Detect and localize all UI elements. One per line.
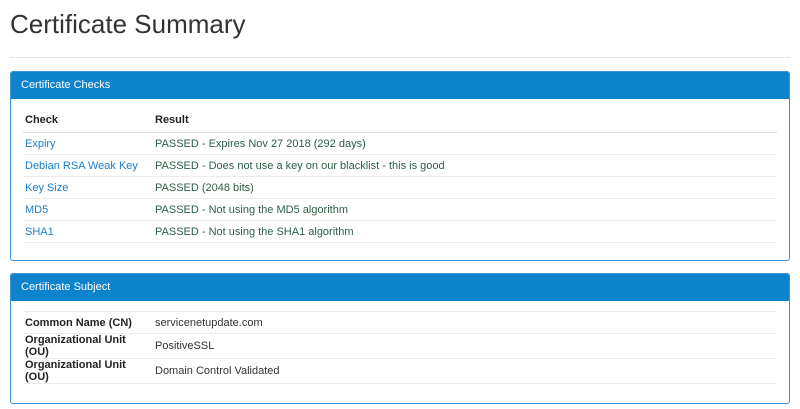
certificate-subject-panel: Certificate Subject Common Name (CN) ser… — [10, 273, 790, 404]
table-header-row: Check Result — [23, 108, 777, 133]
title-divider — [10, 57, 790, 58]
table-row: Common Name (CN) servicenetupdate.com — [23, 311, 777, 334]
certificate-checks-table: Check Result Expiry PASSED - Expires Nov… — [23, 108, 777, 243]
subject-label: Organizational Unit (OU) — [23, 358, 153, 384]
table-row: MD5 PASSED - Not using the MD5 algorithm — [23, 198, 777, 221]
subject-label: Organizational Unit (OU) — [23, 333, 153, 359]
column-header-result: Result — [153, 108, 777, 133]
table-row: Debian RSA Weak Key PASSED - Does not us… — [23, 154, 777, 177]
check-link-debian-rsa-weak-key[interactable]: Debian RSA Weak Key — [25, 160, 138, 172]
certificate-checks-body: Check Result Expiry PASSED - Expires Nov… — [11, 99, 789, 260]
column-header-check: Check — [23, 108, 153, 133]
subject-value: servicenetupdate.com — [153, 311, 777, 334]
check-link-md5[interactable]: MD5 — [25, 204, 48, 216]
check-link-key-size[interactable]: Key Size — [25, 182, 68, 194]
certificate-subject-body: Common Name (CN) servicenetupdate.com Or… — [11, 301, 789, 403]
check-result: PASSED - Not using the SHA1 algorithm — [153, 220, 777, 243]
check-link-expiry[interactable]: Expiry — [25, 138, 56, 150]
check-result: PASSED - Not using the MD5 algorithm — [153, 198, 777, 221]
table-row: Organizational Unit (OU) PositiveSSL — [23, 333, 777, 359]
certificate-subject-heading: Certificate Subject — [11, 274, 789, 301]
certificate-checks-panel: Certificate Checks Check Result Expiry P… — [10, 71, 790, 261]
check-result: PASSED - Does not use a key on our black… — [153, 154, 777, 177]
certificate-checks-heading: Certificate Checks — [11, 72, 789, 99]
subject-value: Domain Control Validated — [153, 358, 777, 384]
certificate-subject-table: Common Name (CN) servicenetupdate.com Or… — [23, 311, 777, 384]
table-row: Key Size PASSED (2048 bits) — [23, 176, 777, 199]
page-title: Certificate Summary — [10, 9, 246, 39]
table-row: Organizational Unit (OU) Domain Control … — [23, 358, 777, 384]
table-row: SHA1 PASSED - Not using the SHA1 algorit… — [23, 220, 777, 243]
check-result: PASSED - Expires Nov 27 2018 (292 days) — [153, 132, 777, 155]
check-link-sha1[interactable]: SHA1 — [25, 226, 54, 238]
subject-label: Common Name (CN) — [23, 311, 153, 334]
subject-value: PositiveSSL — [153, 333, 777, 359]
check-result: PASSED (2048 bits) — [153, 176, 777, 199]
page: Certificate Summary Certificate Checks C… — [0, 0, 800, 409]
table-row: Expiry PASSED - Expires Nov 27 2018 (292… — [23, 132, 777, 155]
